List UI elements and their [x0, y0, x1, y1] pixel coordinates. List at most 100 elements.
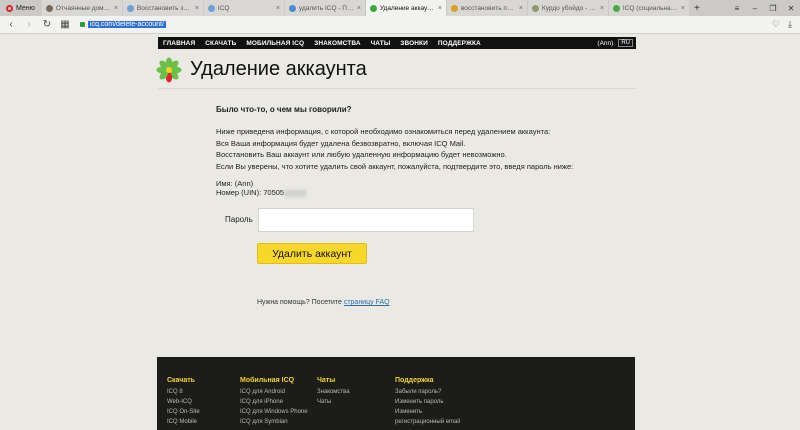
page-title: Удаление аккаунта	[190, 58, 367, 80]
new-tab-button[interactable]: +	[689, 0, 705, 16]
site-nav: ГЛАВНАЯ СКАЧАТЬ МОБИЛЬНАЯ ICQ ЗНАКОМСТВА ЧАТ…	[158, 37, 636, 49]
info-line: Ниже приведена информация, с которой нео…	[216, 127, 551, 136]
speed-dial-icon[interactable]: ▦	[58, 19, 72, 30]
delete-account-button[interactable]: Удалить аккаунт	[257, 243, 367, 264]
browser-tab-bar: Меню Отчаянные домохо...×Восстановить за…	[0, 0, 800, 16]
reload-icon[interactable]: ↻	[40, 19, 54, 30]
uin-obscured	[284, 189, 307, 197]
tab-favicon-icon	[288, 4, 296, 12]
nav-item[interactable]: МОБИЛЬНАЯ ICQ	[241, 40, 309, 47]
footer-link[interactable]: регистрационный email	[395, 417, 460, 427]
tab-label: ICQ	[217, 4, 230, 12]
question-heading: Было что-то, о чем мы говорили?	[216, 105, 352, 114]
nav-user[interactable]: (Ann)	[597, 40, 613, 47]
nav-item[interactable]: ПОДДЕРЖКА	[433, 40, 486, 47]
footer-column: Скачать ICQ 8 Web-ICQ ICQ On-Site ICQ Mobile	[167, 377, 200, 427]
icq-flower-logo-icon[interactable]	[156, 57, 182, 83]
info-line: Восстановить Ваш аккаунт или любую удале…	[216, 150, 507, 159]
footer-link[interactable]: Web-ICQ	[167, 397, 200, 407]
browser-tab[interactable]: Курдо убойдо - сот...×	[527, 0, 608, 16]
tab-close-icon[interactable]: ×	[438, 5, 442, 12]
maximize-icon[interactable]: ❐	[764, 4, 782, 13]
footer-link[interactable]: Забыли пароль?	[395, 387, 460, 397]
footer-link[interactable]: Изменить	[395, 407, 460, 417]
download-icon[interactable]: ⤓	[788, 19, 792, 30]
tab-favicon-icon	[126, 4, 134, 12]
tab-close-icon[interactable]: ×	[357, 5, 361, 12]
minimize-icon[interactable]: –	[746, 4, 764, 13]
filter-icon[interactable]: ≡	[728, 4, 746, 13]
info-line: Вся Ваша информация будет удалена безвоз…	[216, 138, 466, 148]
tab-favicon-icon	[531, 4, 539, 12]
footer-link[interactable]: ICQ для iPhone	[240, 397, 308, 407]
footer-heading[interactable]: Скачать	[167, 377, 200, 384]
browser-tab[interactable]: Отчаянные домохо...×	[41, 0, 122, 16]
forward-icon[interactable]: ›	[22, 19, 36, 30]
browser-tab[interactable]: Удаление аккаунта ×	[365, 0, 446, 16]
footer-column: Мобильная ICQ ICQ для Android ICQ для iPho…	[240, 377, 308, 427]
language-switch[interactable]: RU	[618, 39, 633, 47]
close-window-icon[interactable]: ✕	[782, 4, 800, 13]
info-text: Ниже приведена информация, с которой нео…	[216, 126, 636, 172]
opera-logo-icon	[6, 4, 13, 12]
tab-label: удалить ICQ - Поиск...	[298, 4, 354, 12]
site-footer: Скачать ICQ 8 Web-ICQ ICQ On-Site ICQ Mobile…	[157, 357, 635, 430]
nav-item[interactable]: СКАЧАТЬ	[200, 40, 241, 47]
nav-item[interactable]: ЗНАКОМСТВА	[309, 40, 365, 47]
footer-heading[interactable]: Мобильная ICQ	[240, 377, 308, 384]
footer-column: Чаты Знакомства Чаты	[317, 377, 350, 407]
browser-tab[interactable]: ICQ ×	[203, 0, 284, 16]
footer-link[interactable]: Знакомства	[317, 387, 350, 397]
footer-link[interactable]: ICQ для Symbian	[240, 417, 308, 427]
account-uin-text: Номер (UIN): 70505	[216, 188, 285, 197]
url-field[interactable]: icq.com/delete-account/	[80, 21, 166, 28]
footer-link[interactable]: ICQ Mobile	[167, 417, 200, 427]
footer-link[interactable]: Изменить пароль	[395, 397, 460, 407]
nav-item[interactable]: ЗВОНКИ	[395, 40, 433, 47]
browser-tab[interactable]: ICQ (социальная сеть)×	[608, 0, 689, 16]
tab-label: Отчаянные домохо...	[55, 4, 111, 12]
footer-column: Поддержка Забыли пароль? Изменить пароль Из…	[395, 377, 460, 427]
footer-link[interactable]: ICQ On-Site	[167, 407, 200, 417]
browser-tab[interactable]: восстановить пароль...×	[446, 0, 527, 16]
tab-strip: Отчаянные домохо...×Восстановить запи...…	[41, 0, 689, 16]
title-divider	[158, 88, 636, 89]
footer-heading[interactable]: Чаты	[317, 377, 350, 384]
tab-label: Курдо убойдо - сот...	[541, 4, 597, 12]
footer-link[interactable]: ICQ 8	[167, 387, 200, 397]
tab-favicon-icon	[45, 4, 53, 12]
tab-close-icon[interactable]: ×	[114, 5, 118, 12]
footer-link[interactable]: ICQ для Android	[240, 387, 308, 397]
back-icon[interactable]: ‹	[4, 19, 18, 30]
browser-tab[interactable]: Восстановить запи...×	[122, 0, 203, 16]
tab-close-icon[interactable]: ×	[519, 5, 523, 12]
tab-favicon-icon	[612, 4, 620, 12]
password-input[interactable]	[258, 208, 474, 232]
tab-close-icon[interactable]: ×	[681, 5, 685, 12]
tab-close-icon[interactable]: ×	[195, 5, 199, 12]
footer-heading[interactable]: Поддержка	[395, 377, 460, 384]
browser-menu-button[interactable]: Меню	[0, 0, 41, 16]
browser-tab[interactable]: удалить ICQ - Поиск...×	[284, 0, 365, 16]
browser-menu-label: Меню	[16, 4, 35, 12]
tab-favicon-icon	[450, 4, 458, 12]
tab-favicon-icon	[207, 4, 215, 12]
window-controls: ≡ – ❐ ✕	[728, 0, 800, 16]
lock-icon	[80, 22, 85, 27]
account-uin: Номер (UIN): 70505	[216, 188, 307, 197]
password-label: Пароль	[225, 215, 253, 224]
tab-close-icon[interactable]: ×	[276, 5, 280, 12]
tab-label: Удаление аккаунта	[379, 4, 435, 12]
nav-item[interactable]: ЧАТЫ	[366, 40, 396, 47]
faq-link[interactable]: страницу FAQ	[344, 299, 390, 306]
help-line: Нужна помощь? Посетите страницу FAQ	[257, 299, 390, 306]
tab-close-icon[interactable]: ×	[600, 5, 604, 12]
url-text[interactable]: icq.com/delete-account/	[88, 21, 166, 28]
tab-label: Восстановить запи...	[136, 4, 192, 12]
account-name: Имя: (Ann)	[216, 179, 254, 188]
footer-link[interactable]: ICQ для Windows Phone	[240, 407, 308, 417]
footer-link[interactable]: Чаты	[317, 397, 350, 407]
tab-label: восстановить пароль...	[460, 4, 516, 12]
heart-icon[interactable]: ♡	[772, 19, 780, 30]
nav-item[interactable]: ГЛАВНАЯ	[158, 40, 200, 47]
